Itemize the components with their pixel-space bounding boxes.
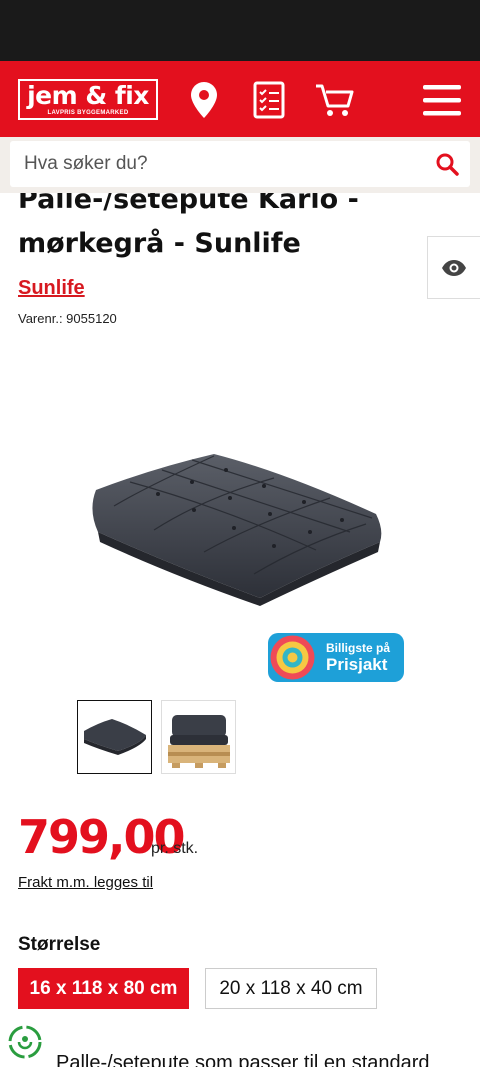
product-description: Palle-/setepute som passer til en standa… bbox=[56, 1052, 430, 1067]
search-box bbox=[10, 141, 470, 187]
shipping-info-link[interactable]: Frakt m.m. legges til bbox=[18, 874, 153, 891]
checklist-icon bbox=[253, 81, 285, 119]
sku-number: Varenr.: 9055120 bbox=[18, 311, 117, 326]
cart-icon bbox=[316, 84, 354, 116]
pallet-sofa-thumbnail-image bbox=[168, 715, 230, 768]
brand-link[interactable]: Sunlife bbox=[18, 277, 85, 300]
eye-icon bbox=[442, 259, 466, 276]
size-option-1[interactable]: 16 x 118 x 80 cm bbox=[18, 968, 189, 1009]
product-image[interactable] bbox=[84, 448, 388, 608]
price-unit: pr. stk. bbox=[151, 840, 199, 857]
store-locator-button[interactable] bbox=[182, 78, 226, 122]
location-pin-icon bbox=[191, 82, 217, 118]
prisjakt-name: Prisjakt bbox=[326, 655, 388, 674]
size-label: Størrelse bbox=[18, 934, 101, 955]
recycle-icon[interactable] bbox=[8, 1025, 42, 1059]
search-bar bbox=[0, 137, 480, 193]
gallery-thumbnail-2[interactable] bbox=[161, 700, 236, 774]
logo-tagline: LAVPRIS BYGGEMARKED bbox=[47, 110, 129, 116]
prisjakt-logo-icon bbox=[270, 635, 315, 680]
menu-button[interactable] bbox=[420, 78, 464, 122]
cushion-thumbnail-image bbox=[84, 719, 146, 755]
prisjakt-caption: Billigste på bbox=[326, 641, 391, 655]
shopping-list-button[interactable] bbox=[247, 78, 291, 122]
size-option-2[interactable]: 20 x 118 x 40 cm bbox=[205, 968, 377, 1009]
gallery-thumbnail-1[interactable] bbox=[77, 700, 152, 774]
view-toggle-button[interactable] bbox=[427, 236, 480, 299]
search-input[interactable] bbox=[10, 141, 420, 187]
logo[interactable]: jem & fix LAVPRIS BYGGEMARKED bbox=[18, 79, 158, 120]
cart-button[interactable] bbox=[312, 78, 356, 122]
prisjakt-badge[interactable]: Billigste på Prisjakt bbox=[268, 633, 404, 682]
status-bar bbox=[0, 0, 480, 61]
site-header: jem & fix LAVPRIS BYGGEMARKED bbox=[0, 61, 480, 137]
logo-text: jem & fix bbox=[27, 81, 149, 110]
hamburger-menu-icon bbox=[423, 85, 461, 116]
search-icon[interactable] bbox=[434, 151, 460, 177]
